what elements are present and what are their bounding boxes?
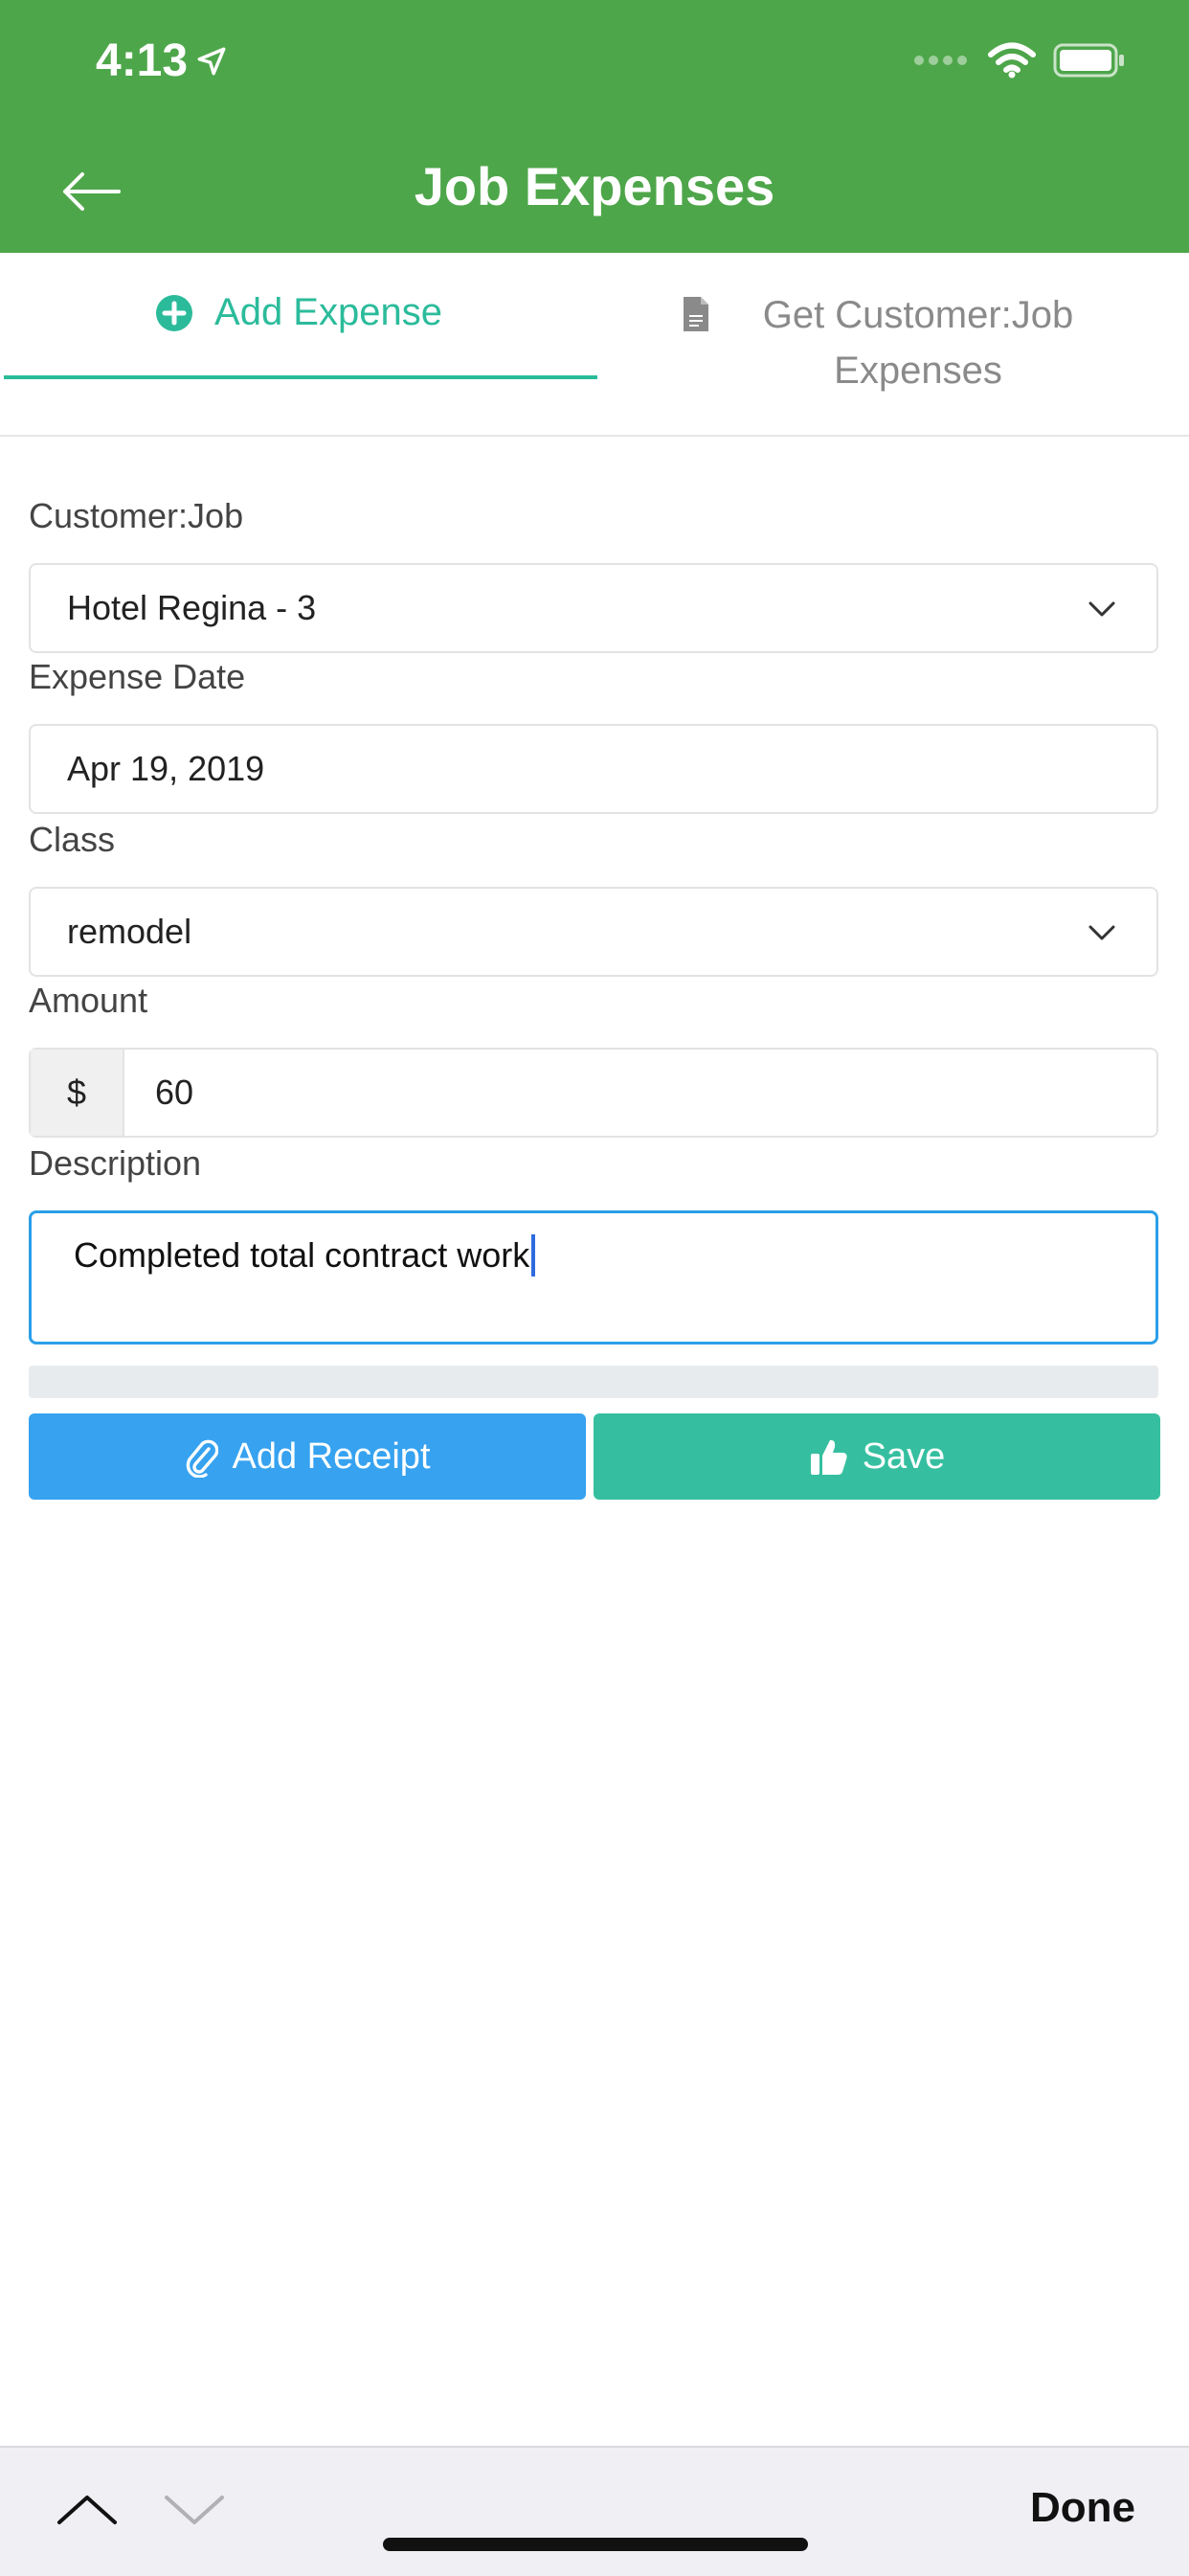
page-title: Job Expenses (414, 156, 775, 216)
customer-job-label: Customer:Job (29, 496, 244, 535)
add-receipt-button[interactable]: Add Receipt (29, 1413, 586, 1500)
chevron-up-icon (57, 2496, 117, 2524)
currency-prefix: $ (31, 1050, 124, 1136)
chevron-down-icon (165, 2496, 224, 2524)
active-tab-underline (4, 375, 597, 379)
save-button[interactable]: Save (594, 1413, 1160, 1500)
thumbs-up-icon (810, 1439, 847, 1475)
next-field-button[interactable] (161, 2490, 228, 2533)
status-time: 4:13 (96, 34, 228, 87)
chevron-down-icon (1088, 925, 1115, 940)
status-indicators (913, 42, 1126, 79)
previous-field-button[interactable] (54, 2490, 121, 2533)
customer-job-value: Hotel Regina - 3 (67, 588, 317, 627)
signal-dots-icon (914, 56, 967, 65)
amount-label: Amount (29, 981, 148, 1020)
class-select[interactable]: remodel (29, 887, 1158, 977)
app-header: Job Expenses (0, 128, 1189, 253)
class-value: remodel (67, 912, 192, 951)
description-label: Description (29, 1143, 202, 1183)
document-icon (684, 297, 708, 331)
battery-icon (1053, 43, 1124, 78)
plus-circle-icon (156, 294, 193, 331)
save-label: Save (862, 1435, 946, 1477)
status-bar: 4:13 (0, 0, 1189, 128)
done-button[interactable]: Done (1030, 2484, 1135, 2532)
paperclip-icon (187, 1439, 219, 1478)
status-time-text: 4:13 (96, 35, 189, 86)
amount-value: 60 (155, 1073, 194, 1112)
customer-job-select[interactable]: Hotel Regina - 3 (29, 563, 1158, 653)
class-label: Class (29, 820, 116, 859)
expense-date-value: Apr 19, 2019 (67, 749, 265, 788)
add-receipt-label: Add Receipt (232, 1435, 431, 1477)
tab-add-expense[interactable]: Add Expense (0, 253, 597, 435)
upload-progress-bar (29, 1366, 1158, 1398)
tab-get-expenses-label: Get Customer:Job Expenses (762, 294, 1074, 392)
description-value: Completed total contract work (74, 1235, 530, 1275)
wifi-icon (988, 42, 1036, 79)
expense-date-label: Expense Date (29, 657, 246, 696)
tab-add-expense-label: Add Expense (214, 291, 442, 333)
home-indicator (383, 2538, 808, 2551)
keyboard-toolbar: Done (0, 2446, 1189, 2576)
location-arrow-icon (197, 47, 226, 75)
tab-get-customer-job-expenses[interactable]: Get Customer:Job Expenses (597, 253, 1189, 435)
text-cursor (531, 1234, 536, 1277)
tab-bar: Add Expense Get Customer:Job Expenses (0, 253, 1189, 437)
expense-date-field[interactable]: Apr 19, 2019 (29, 724, 1158, 814)
description-input[interactable]: Completed total contract work (29, 1210, 1158, 1344)
amount-field[interactable]: $ 60 (29, 1048, 1158, 1138)
chevron-down-icon (1088, 601, 1115, 617)
